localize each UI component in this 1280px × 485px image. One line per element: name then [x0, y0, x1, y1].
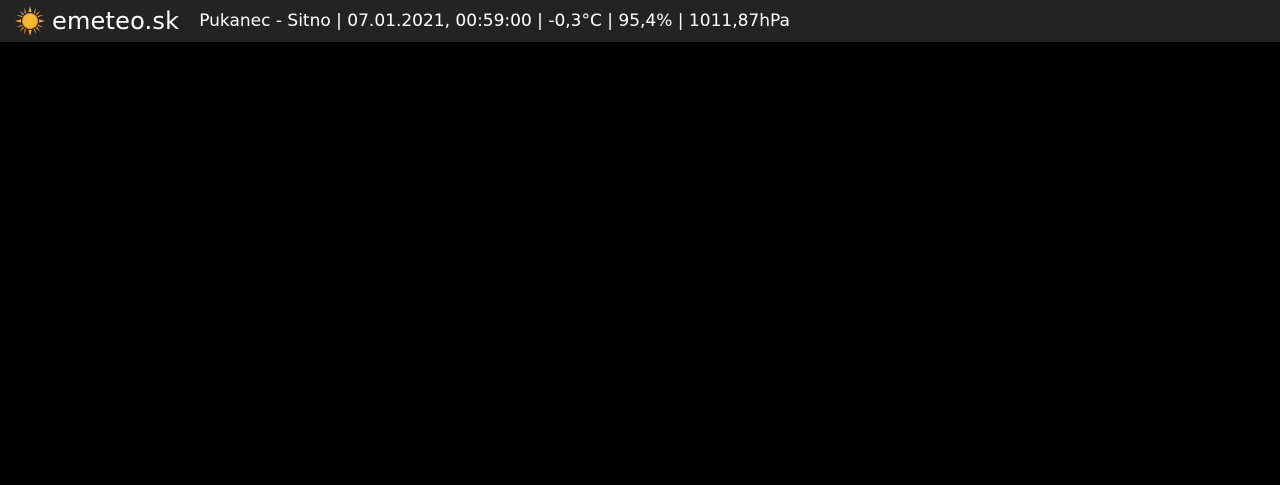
brand-logo: emeteo.sk	[14, 0, 179, 42]
webcam-info-bar: emeteo.sk Pukanec - Sitno | 07.01.2021, …	[0, 0, 1280, 42]
webcam-caption: Pukanec - Sitno | 07.01.2021, 00:59:00 |…	[199, 11, 790, 31]
sun-icon	[15, 6, 45, 36]
webcam-frame: emeteo.sk Pukanec - Sitno | 07.01.2021, …	[0, 0, 1280, 485]
brand-name: emeteo.sk	[52, 7, 180, 35]
webcam-image	[0, 42, 1280, 485]
